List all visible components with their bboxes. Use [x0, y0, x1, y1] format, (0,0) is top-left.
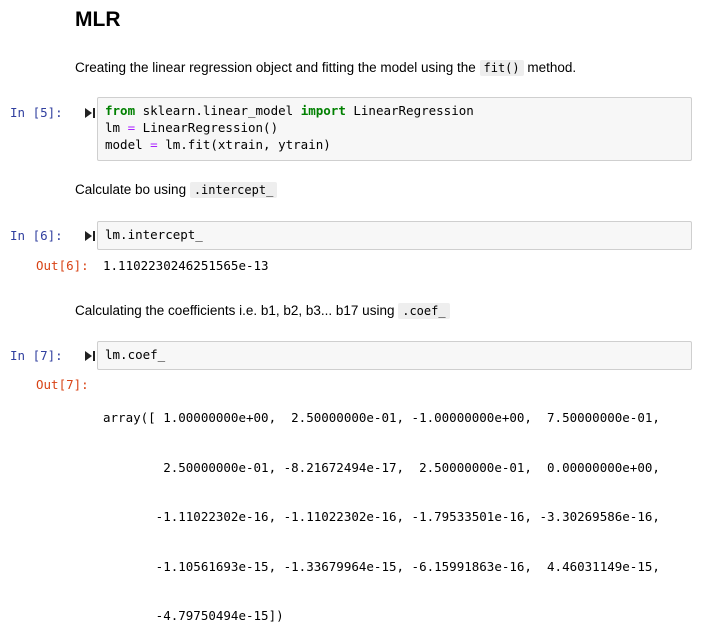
class-name: LinearRegression	[345, 103, 474, 118]
output-line: array([ 1.00000000e+00, 2.50000000e-01, …	[103, 410, 660, 425]
inline-code-coef: .coef_	[398, 303, 450, 319]
code-line-1: lm.intercept_	[105, 227, 203, 242]
markdown-coef-description: Calculating the coefficients i.e. b1, b2…	[75, 301, 450, 321]
md-text: Creating the linear regression object an…	[75, 60, 480, 75]
code-line-1: from sklearn.linear_model import LinearR…	[105, 102, 684, 119]
output-line: 2.50000000e-01, -8.21672494e-17, 2.50000…	[103, 459, 660, 475]
run-cell-icon[interactable]	[84, 350, 96, 362]
code-line-2: lm = LinearRegression()	[105, 119, 684, 136]
assign-operator: =	[127, 120, 136, 135]
md-text: Calculate bo using	[75, 182, 190, 197]
output-line: -1.10561693e-15, -1.33679964e-15, -6.159…	[103, 558, 660, 574]
code-lhs: model	[105, 137, 151, 152]
module-name: sklearn.linear_model	[135, 103, 301, 118]
markdown-fit-description: Creating the linear regression object an…	[75, 58, 576, 78]
output-intercept: 1.1102230246251565e-13	[103, 258, 269, 273]
keyword-import: import	[300, 103, 346, 118]
md-text: Calculating the coefficients i.e. b1, b2…	[75, 303, 399, 318]
in-prompt-5: In [5]:	[10, 105, 63, 120]
code-line-3: model = lm.fit(xtrain, ytrain)	[105, 136, 684, 153]
run-cell-icon[interactable]	[84, 230, 96, 242]
code-lhs: lm	[105, 120, 128, 135]
out-prompt-6: Out[6]:	[36, 258, 89, 273]
keyword-from: from	[105, 103, 136, 118]
run-cell-icon[interactable]	[84, 107, 96, 119]
assign-operator: =	[150, 137, 158, 152]
md-text-suffix: method.	[523, 60, 577, 75]
code-rhs: lm.fit(xtrain, ytrain)	[157, 137, 331, 152]
code-rhs: LinearRegression()	[135, 120, 279, 135]
output-line: -4.79750494e-15])	[103, 608, 284, 623]
out-prompt-7: Out[7]:	[36, 377, 89, 392]
code-line-1: lm.coef_	[105, 347, 166, 362]
notebook-heading: MLR	[75, 8, 121, 31]
code-cell-5[interactable]: from sklearn.linear_model import LinearR…	[97, 97, 692, 161]
in-prompt-6: In [6]:	[10, 228, 63, 243]
code-cell-6[interactable]: lm.intercept_	[97, 221, 692, 250]
in-prompt-7: In [7]:	[10, 348, 63, 363]
inline-code-intercept: .intercept_	[189, 182, 278, 198]
markdown-intercept-description: Calculate bo using .intercept_	[75, 180, 278, 200]
output-coefficients: array([ 1.00000000e+00, 2.50000000e-01, …	[103, 377, 660, 641]
code-cell-7[interactable]: lm.coef_	[97, 341, 692, 370]
output-line: -1.11022302e-16, -1.11022302e-16, -1.795…	[103, 509, 660, 524]
inline-code-fit: fit()	[479, 60, 524, 76]
